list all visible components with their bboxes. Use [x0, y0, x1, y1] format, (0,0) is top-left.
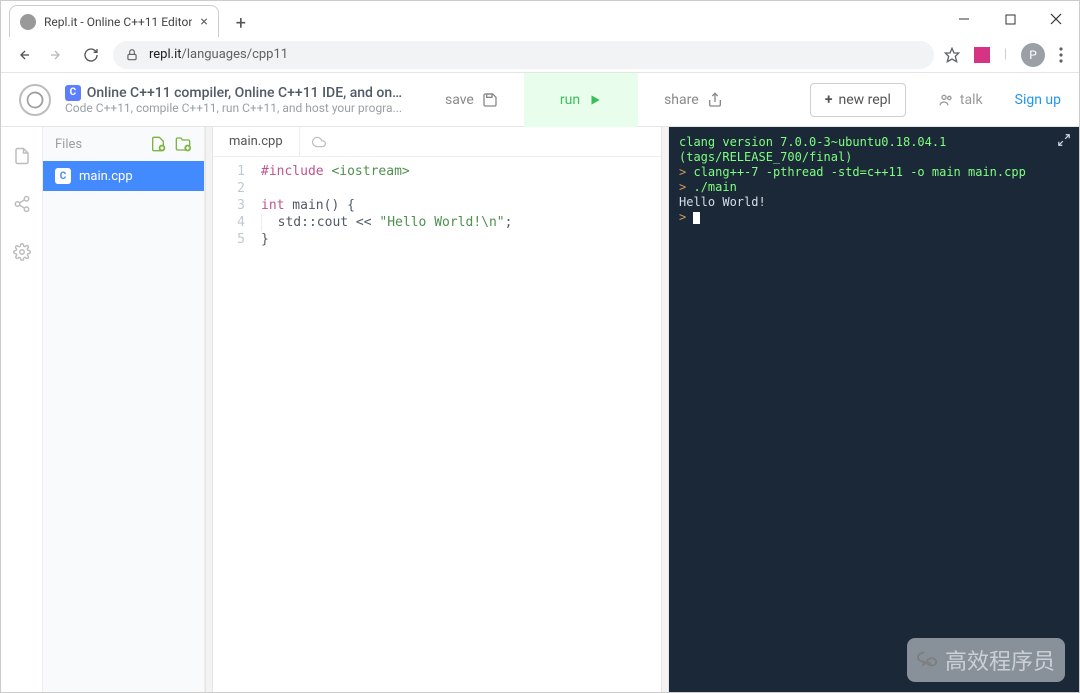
- run-label: run: [560, 92, 580, 108]
- signup-link[interactable]: Sign up: [1015, 92, 1061, 108]
- terminal-cursor: [693, 212, 700, 224]
- terminal-pane[interactable]: clang version 7.0.0-3~ubuntu0.18.04.1 (t…: [669, 127, 1079, 692]
- new-folder-icon[interactable]: [174, 136, 192, 152]
- gear-rail-icon[interactable]: [13, 243, 31, 265]
- new-tab-button[interactable]: +: [227, 9, 255, 37]
- repl-title: Online C++11 compiler, Online C++11 IDE,…: [87, 85, 405, 101]
- close-button[interactable]: [1033, 1, 1079, 37]
- forward-button[interactable]: [45, 43, 69, 67]
- cpp-file-icon: C: [55, 168, 71, 184]
- talk-link[interactable]: talk: [938, 92, 983, 108]
- talk-label: talk: [960, 92, 983, 108]
- save-icon: [482, 92, 498, 108]
- line-gutter: 12345: [213, 163, 255, 692]
- share-icon: [707, 92, 723, 108]
- code-area[interactable]: 12345 #include <iostream> int main() { s…: [213, 157, 661, 692]
- profile-avatar[interactable]: P: [1021, 43, 1045, 67]
- file-rail-icon[interactable]: [13, 147, 31, 169]
- url-text: repl.it/languages/cpp11: [149, 47, 288, 62]
- play-icon: [588, 93, 602, 107]
- run-button[interactable]: run: [524, 73, 638, 127]
- editor-tabs: main.cpp: [213, 127, 661, 157]
- url-bar: repl.it/languages/cpp11 | P: [1, 37, 1079, 73]
- maximize-button[interactable]: [987, 1, 1033, 37]
- file-name: main.cpp: [79, 169, 133, 184]
- address-bar[interactable]: repl.it/languages/cpp11: [113, 41, 934, 69]
- header-actions: save run share: [419, 73, 749, 127]
- save-label: save: [445, 92, 474, 108]
- browser-menu-icon[interactable]: [1059, 47, 1063, 63]
- tab-favicon-icon: [20, 14, 36, 30]
- window-controls: [941, 1, 1079, 37]
- close-icon: [1050, 13, 1062, 25]
- reload-icon: [83, 47, 99, 63]
- browser-extensions: | P: [944, 43, 1069, 67]
- file-item-main-cpp[interactable]: C main.cpp: [43, 161, 204, 191]
- new-repl-button[interactable]: + new repl: [810, 83, 906, 117]
- cloud-icon: [312, 135, 326, 149]
- share-rail-icon[interactable]: [13, 195, 31, 217]
- repl-title-block: C Online C++11 compiler, Online C++11 ID…: [65, 85, 405, 115]
- terminal-output: clang version 7.0.0-3~ubuntu0.18.04.1 (t…: [679, 135, 1069, 225]
- left-rail: [1, 127, 43, 692]
- browser-window: Repl.it - Online C++11 Editor × +: [0, 0, 1080, 693]
- wechat-icon: [917, 649, 939, 671]
- share-label: share: [664, 92, 699, 108]
- new-file-icon[interactable]: [150, 136, 166, 152]
- repl-header: C Online C++11 compiler, Online C++11 ID…: [1, 73, 1079, 127]
- files-header: Files: [43, 127, 204, 161]
- people-icon: [938, 92, 954, 108]
- back-arrow-icon: [15, 47, 31, 63]
- code-content[interactable]: #include <iostream> int main() { std::co…: [255, 163, 661, 692]
- files-pane: Files C main.cpp: [43, 127, 205, 692]
- maximize-icon: [1005, 14, 1016, 25]
- tab-close-icon[interactable]: ×: [200, 14, 207, 30]
- repl-logo-icon[interactable]: [19, 84, 51, 116]
- editor-tab-main-cpp[interactable]: main.cpp: [213, 127, 300, 156]
- watermark: 高效程序员: [907, 638, 1065, 682]
- save-button[interactable]: save: [419, 73, 524, 127]
- titlebar: Repl.it - Online C++11 Editor × +: [1, 1, 1079, 37]
- editor-pane: main.cpp 12345 #include <iostream> int m…: [213, 127, 661, 692]
- pane-divider-left[interactable]: [205, 127, 213, 692]
- share-button[interactable]: share: [638, 73, 749, 127]
- pane-divider-right[interactable]: [661, 127, 669, 692]
- cpp-lang-icon: C: [65, 85, 81, 101]
- forward-arrow-icon: [49, 47, 65, 63]
- minimize-icon: [958, 13, 970, 25]
- ext-divider: |: [1004, 47, 1007, 62]
- repl-subtitle: Code C++11, compile C++11, run C++11, an…: [65, 101, 405, 115]
- minimize-button[interactable]: [941, 1, 987, 37]
- main-body: Files C main.cpp main.cpp 123: [1, 127, 1079, 692]
- save-status: [300, 127, 344, 156]
- reload-button[interactable]: [79, 43, 103, 67]
- lock-icon: [125, 48, 139, 62]
- files-label: Files: [55, 137, 82, 152]
- browser-tabs: Repl.it - Online C++11 Editor × +: [1, 1, 941, 37]
- browser-tab-active[interactable]: Repl.it - Online C++11 Editor ×: [9, 5, 219, 37]
- new-repl-label: new repl: [838, 92, 890, 108]
- star-icon[interactable]: [944, 47, 960, 63]
- back-button[interactable]: [11, 43, 35, 67]
- tab-title: Repl.it - Online C++11 Editor: [44, 15, 192, 29]
- extension-icon[interactable]: [974, 47, 990, 63]
- terminal-fullscreen-icon[interactable]: [1057, 133, 1071, 151]
